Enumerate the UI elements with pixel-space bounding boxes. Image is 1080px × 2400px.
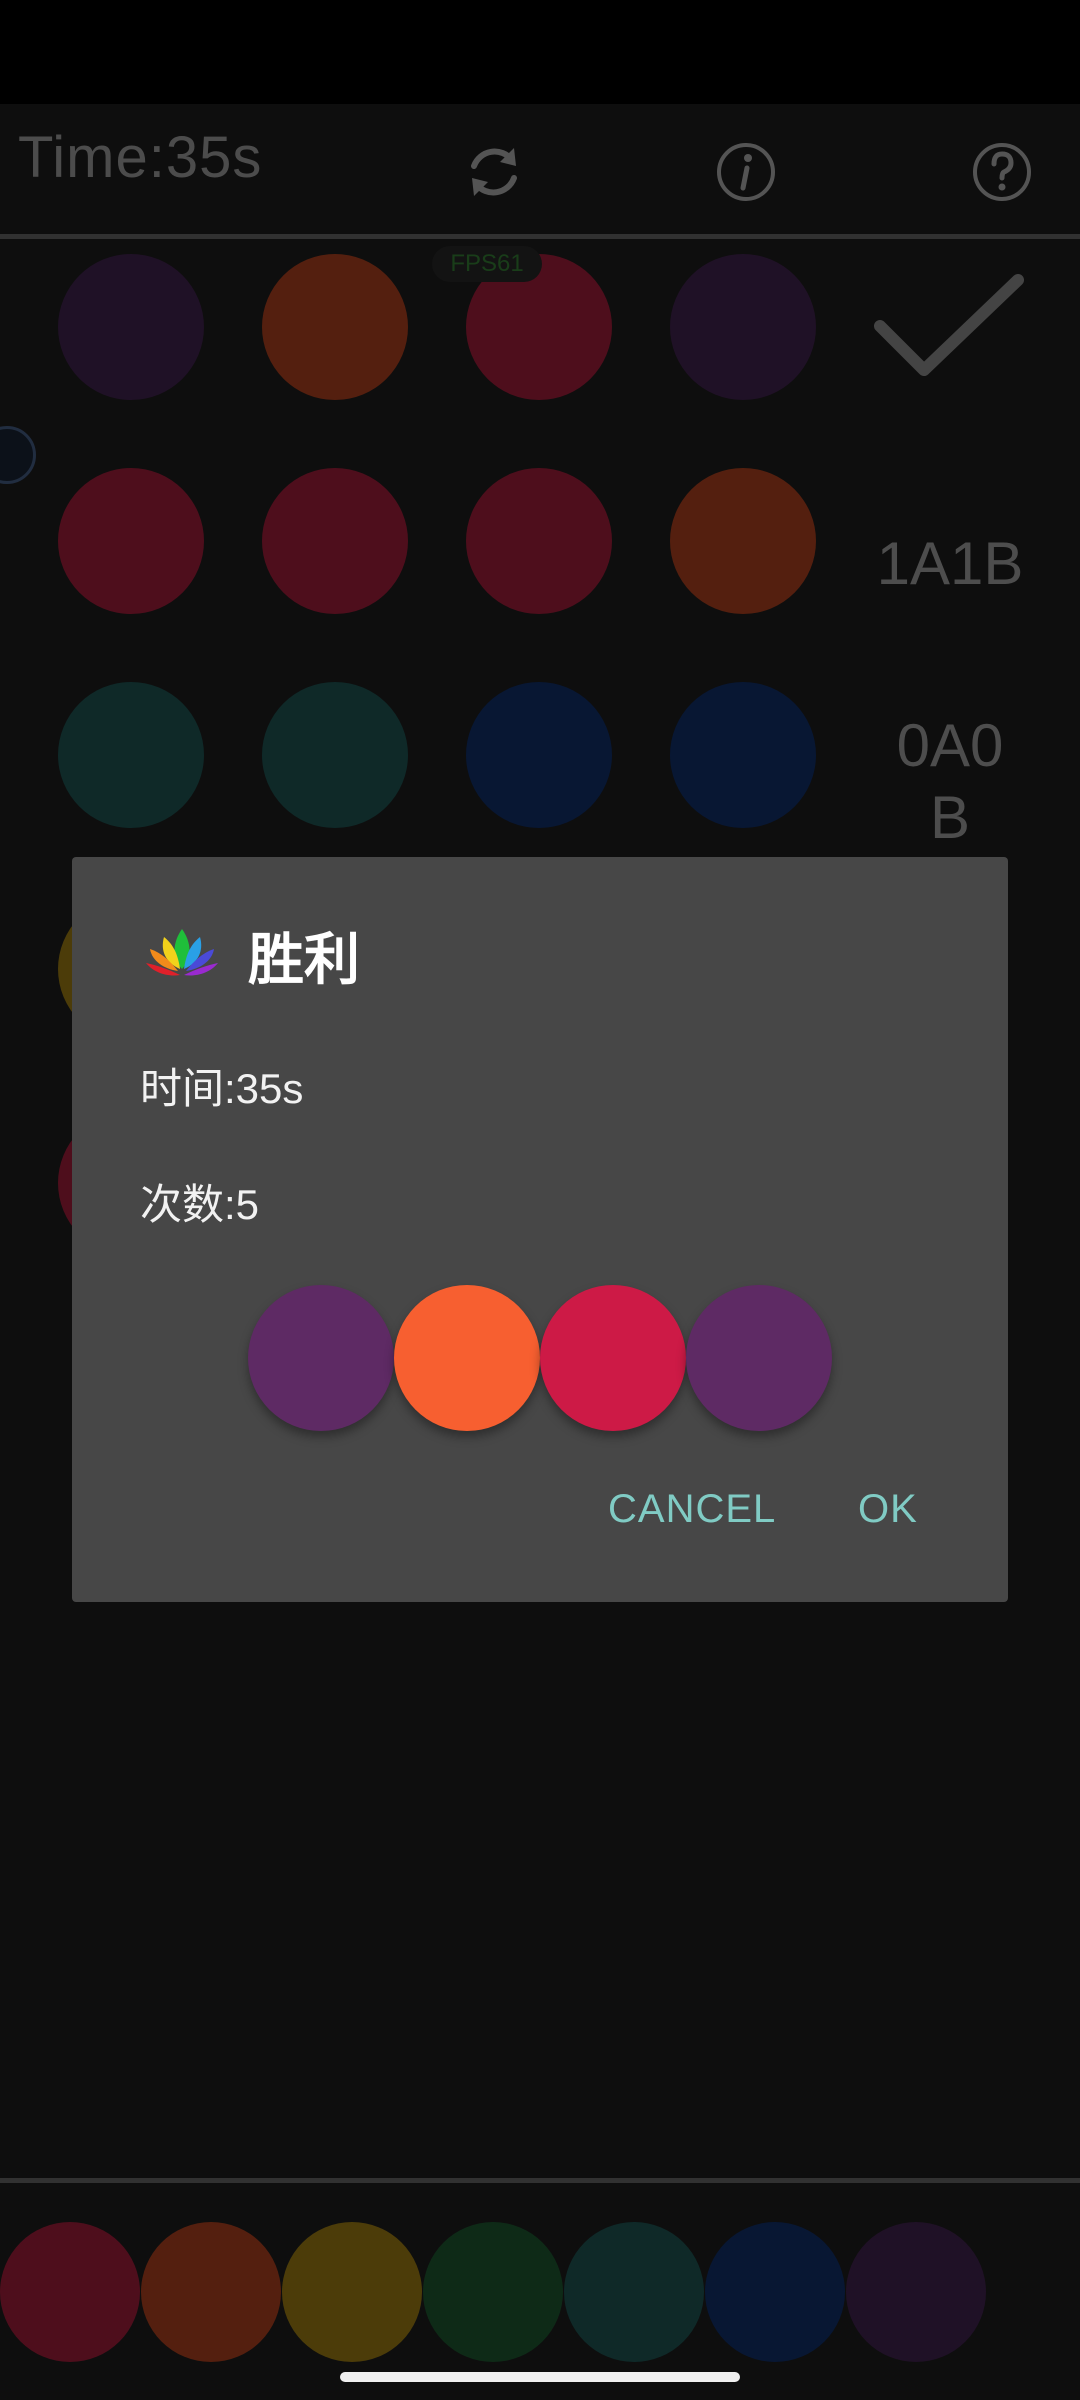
app-screen: Time:35s 1A1B 0A0B FPS61 胜利 时间:35s 次数:5 … bbox=[0, 0, 1080, 2400]
time-result: 时间:35s bbox=[140, 1065, 304, 1112]
victory-dialog: 胜利 时间:35s 次数:5 CANCEL OK bbox=[72, 857, 1008, 1602]
attempt-count: 次数:5 bbox=[140, 1181, 260, 1228]
home-indicator[interactable] bbox=[340, 2372, 740, 2382]
ok-button[interactable]: OK bbox=[858, 1487, 918, 1532]
answer-peg bbox=[248, 1285, 394, 1431]
cancel-button[interactable]: CANCEL bbox=[608, 1487, 776, 1532]
lotus-icon bbox=[146, 929, 218, 976]
dialog-title: 胜利 bbox=[248, 928, 360, 991]
answer-peg bbox=[686, 1285, 832, 1431]
answer-peg bbox=[540, 1285, 686, 1431]
answer-peg bbox=[394, 1285, 540, 1431]
status-bar bbox=[0, 0, 1080, 104]
